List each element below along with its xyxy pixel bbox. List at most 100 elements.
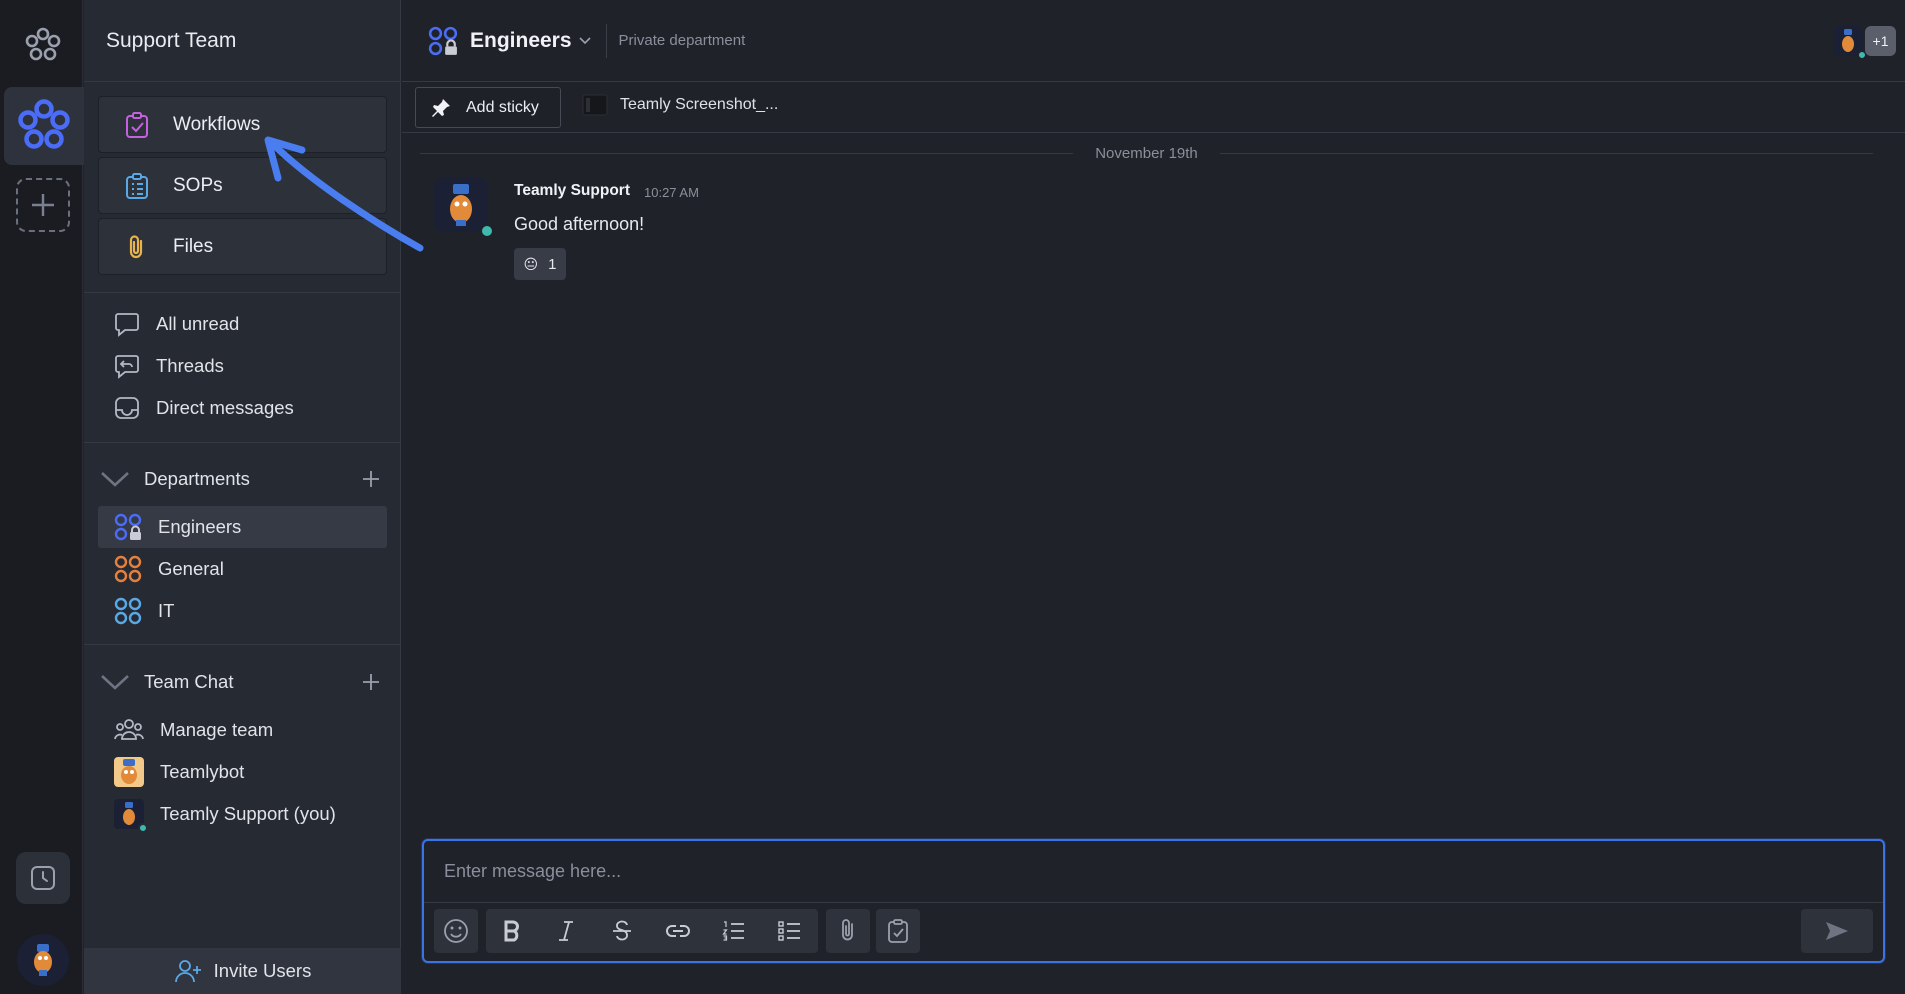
sidebar-item-threads[interactable]: Threads: [98, 345, 387, 387]
online-status-dot: [138, 823, 148, 833]
add-user-icon: [174, 960, 201, 983]
chevron-down-icon: [101, 472, 129, 487]
bullet-list-button[interactable]: [762, 909, 818, 953]
workspace-rail: [0, 0, 84, 994]
inbox-icon: [115, 397, 139, 419]
date-divider: November 19th: [420, 142, 1873, 164]
department-icon: [114, 597, 142, 625]
team-icon: [114, 719, 144, 740]
sidebar: Support Team Workflows SOPs Files All un…: [84, 0, 401, 994]
sticky-file-name: Teamly Screenshot_...: [620, 96, 779, 113]
workspace-switcher-support-team[interactable]: [4, 87, 84, 165]
strikethrough-icon: [613, 920, 631, 941]
attach-file-button[interactable]: [826, 909, 870, 953]
channel-header: Engineers Private department +1: [402, 0, 1905, 82]
message-input[interactable]: [424, 841, 1883, 903]
sidebar-item-teamly-support-you[interactable]: Teamly Support (you): [98, 793, 387, 835]
sidebar-item-label: All unread: [156, 313, 240, 334]
workflow-button-group: [876, 909, 920, 953]
italic-button[interactable]: [538, 909, 594, 953]
sidebar-item-label: Teamlybot: [160, 761, 245, 782]
bold-icon: [504, 920, 519, 942]
bold-button[interactable]: [486, 909, 538, 953]
private-department-icon: [428, 26, 458, 55]
sidebar-item-direct-messages[interactable]: Direct messages: [98, 387, 387, 429]
sidebar-item-sops[interactable]: SOPs: [98, 157, 387, 214]
sidebar-item-general[interactable]: General: [98, 548, 387, 590]
ordered-list-icon: [722, 921, 744, 941]
private-department-icon: [114, 513, 142, 541]
clipboard-list-icon: [126, 172, 148, 199]
history-button[interactable]: [16, 852, 70, 904]
sidebar-item-workflows[interactable]: Workflows: [98, 96, 387, 153]
sidebar-item-it[interactable]: IT: [98, 590, 387, 632]
clipboard-check-icon: [126, 111, 148, 138]
add-chat-icon[interactable]: [361, 672, 381, 692]
clipboard-check-icon: [888, 919, 908, 943]
chevron-down-icon[interactable]: [578, 36, 592, 46]
mascot-avatar-icon: [450, 184, 472, 226]
attach-workflow-button[interactable]: [876, 909, 920, 953]
message-author[interactable]: Teamly Support: [514, 182, 630, 200]
sidebar-item-engineers[interactable]: Engineers: [98, 506, 387, 548]
emoji-icon: [444, 919, 468, 943]
send-button[interactable]: [1801, 909, 1873, 953]
divider: [84, 292, 401, 293]
sidebar-item-teamlybot[interactable]: Teamlybot: [98, 751, 387, 793]
message-text: Good afternoon!: [514, 214, 645, 234]
send-icon: [1826, 922, 1848, 940]
reaction-chip[interactable]: 😐 1: [514, 248, 566, 280]
invite-users-button[interactable]: Invite Users: [84, 948, 401, 994]
sidebar-item-label: Teamly Support (you): [160, 803, 336, 824]
pin-icon: [432, 98, 450, 117]
sidebar-item-files[interactable]: Files: [98, 218, 387, 275]
sidebar-item-label: Engineers: [158, 516, 242, 537]
workspace-name: Support Team: [84, 0, 400, 82]
sidebar-item-label: IT: [158, 600, 175, 621]
invite-users-label: Invite Users: [213, 960, 312, 981]
app-logo-icon[interactable]: [24, 26, 62, 64]
date-label: November 19th: [1095, 144, 1198, 162]
member-avatar[interactable]: [1833, 26, 1867, 60]
clock-icon: [31, 866, 55, 890]
paperclip-icon: [129, 234, 143, 258]
add-sticky-button[interactable]: Add sticky: [415, 87, 561, 128]
team-chat-section-header[interactable]: Team Chat: [98, 662, 387, 702]
file-thumbnail-icon: [582, 94, 608, 116]
sidebar-item-label: Files: [173, 235, 214, 257]
departments-section-header[interactable]: Departments: [98, 459, 387, 499]
sidebar-item-manage-team[interactable]: Manage team: [98, 709, 387, 751]
section-title: Team Chat: [144, 671, 234, 692]
sticky-bar: Add sticky Teamly Screenshot_...: [402, 82, 1905, 133]
channel-title[interactable]: Engineers: [470, 29, 572, 53]
sidebar-item-label: Workflows: [173, 113, 261, 135]
header-separator: [605, 23, 607, 58]
message-avatar[interactable]: [434, 178, 494, 238]
chat-bubble-icon: [115, 313, 139, 337]
member-count-badge[interactable]: +1: [1865, 26, 1896, 56]
sidebar-item-all-unread[interactable]: All unread: [98, 303, 387, 345]
online-status-dot: [480, 224, 494, 238]
attach-button-group: [826, 909, 870, 953]
add-sticky-label: Add sticky: [466, 98, 539, 116]
sidebar-item-label: Direct messages: [156, 397, 294, 418]
divider: [84, 442, 401, 443]
mascot-avatar-icon: [34, 944, 52, 976]
link-button[interactable]: [650, 909, 706, 953]
sticky-file-attachment[interactable]: Teamly Screenshot_...: [582, 94, 778, 116]
profile-avatar[interactable]: [17, 934, 69, 986]
message-timestamp: 10:27 AM: [644, 185, 699, 200]
sidebar-item-label: General: [158, 558, 224, 579]
reaction-count: 1: [548, 255, 557, 273]
strikethrough-button[interactable]: [594, 909, 650, 953]
sidebar-item-label: Threads: [156, 355, 224, 376]
paperclip-icon: [842, 919, 853, 941]
ordered-list-button[interactable]: [706, 909, 762, 953]
sidebar-item-label: SOPs: [173, 174, 223, 196]
add-department-icon[interactable]: [361, 469, 381, 489]
user-avatar: [114, 799, 148, 833]
add-workspace-button[interactable]: [16, 178, 70, 232]
link-icon: [666, 925, 690, 937]
channel-main: Engineers Private department +1 Add stic…: [402, 0, 1905, 994]
emoji-button[interactable]: [434, 909, 478, 953]
